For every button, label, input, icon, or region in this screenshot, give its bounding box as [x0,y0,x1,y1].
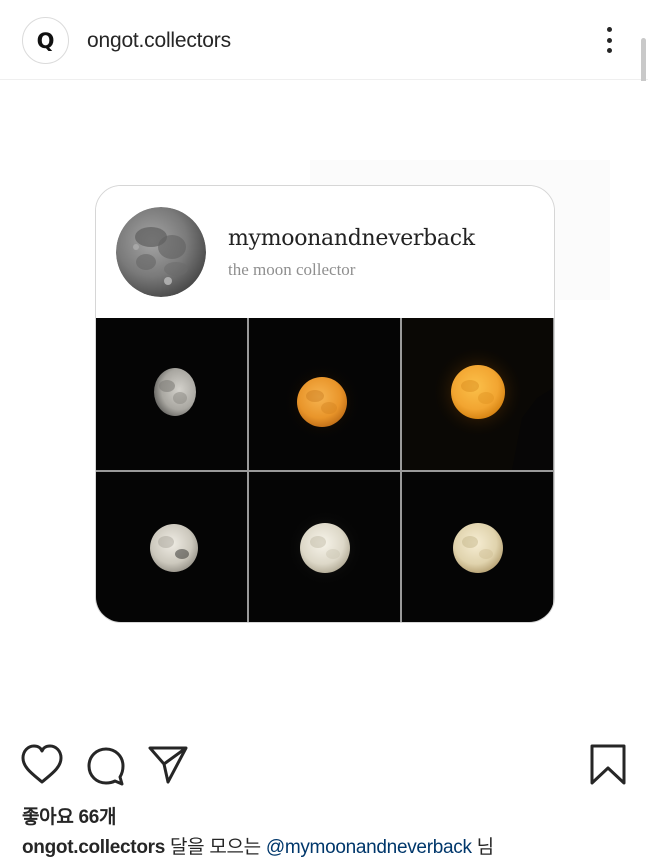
post-header: Q ongot.collectors [0,0,648,80]
more-dot [606,27,612,32]
moon-photo-4 [96,472,247,622]
embedded-profile-card: mymoonandneverback the moon collector [95,185,555,623]
card-header: mymoonandneverback the moon collector [96,186,554,318]
post-username[interactable]: ongot.collectors [87,29,231,53]
post-actions [0,740,648,794]
more-dot [606,37,612,43]
bookmark-icon[interactable] [586,740,630,790]
more-dot [606,48,612,53]
caption-suffix: 님 [471,837,495,858]
likes-count[interactable]: 좋아요 66개 [22,802,117,829]
post-caption: ongot.collectors 달을 모으는 @mymoonandneverb… [22,832,494,859]
moon-avatar-icon [116,207,206,297]
more-vertical-icon[interactable] [598,24,620,56]
caption-text: 달을 모으는 [165,837,266,858]
moon-photo-3 [402,318,553,470]
moon-photo-5 [249,472,400,622]
moon-photo-2 [249,318,400,470]
send-icon[interactable] [146,740,190,790]
card-subtitle: the moon collector [228,260,356,279]
profile-avatar[interactable]: Q [22,17,69,64]
avatar-letter: Q [36,28,55,53]
card-title: mymoonandneverback [228,226,475,251]
moon-photo-6 [402,472,553,622]
comment-icon[interactable] [84,740,128,790]
moon-photo-grid [96,318,554,622]
caption-mention[interactable]: @mymoonandneverback [266,837,472,858]
caption-author[interactable]: ongot.collectors [22,837,165,858]
moon-photo-1 [96,318,247,470]
heart-icon[interactable] [20,740,64,790]
